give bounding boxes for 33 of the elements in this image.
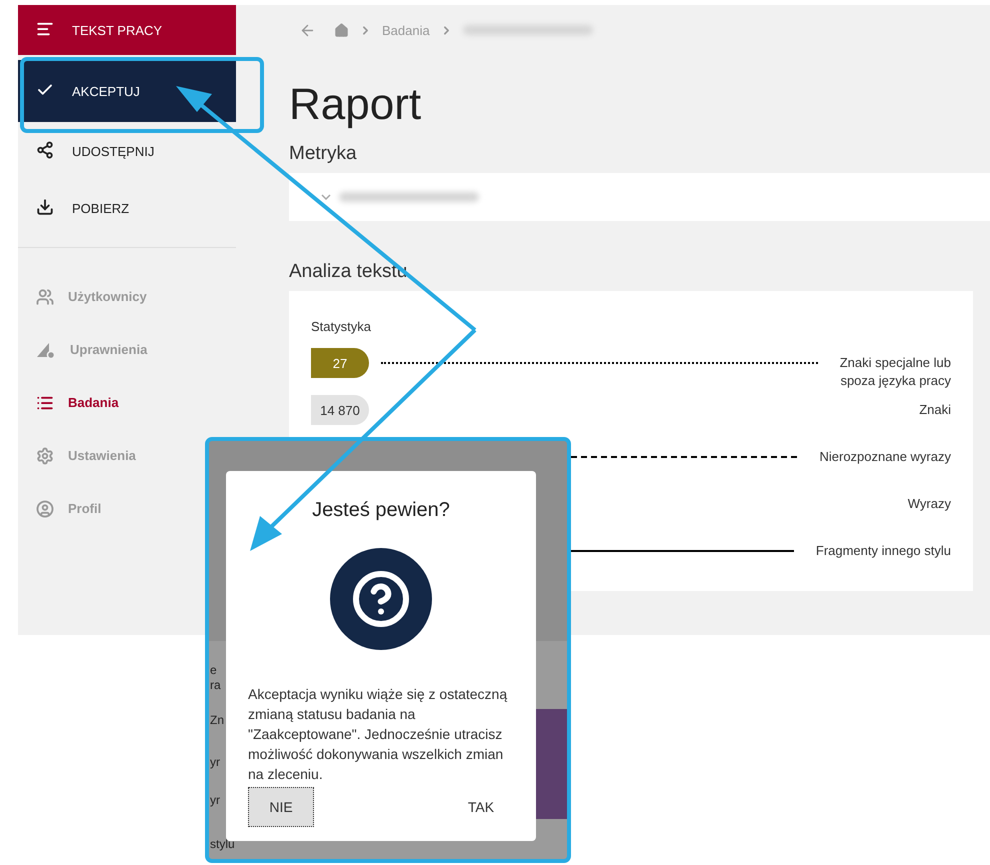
triangle-gear-icon (36, 340, 56, 358)
share-icon (36, 140, 54, 162)
sidebar-action[interactable]: TEKST PRACY (18, 5, 236, 55)
dialog-title: Jesteś pewien? (312, 499, 450, 522)
metric-panel[interactable] (289, 173, 990, 221)
sidebar-action[interactable]: POBIERZ (18, 182, 236, 234)
stat-label: Nierozpoznane wyrazy (819, 448, 951, 466)
cut-label: stylu (210, 837, 235, 851)
cut-label: yr (210, 793, 221, 807)
page-title: Raport (289, 79, 422, 131)
count-badge: 27 (311, 348, 369, 378)
user-circle-icon (36, 500, 54, 518)
stat-label: Znaki specjalne lub spoza języka pracy (840, 354, 951, 390)
sidebar-action[interactable]: AKCEPTUJ (18, 60, 236, 122)
stat-label: Znaki (919, 401, 951, 419)
cut-label: e (210, 663, 218, 677)
stat-label: Wyrazy (908, 495, 951, 513)
dialog-message: Akceptacja wyniku wiąże się z ostateczną zmianą statusu badania na "Zaakceptowane". Jednocześnie utracisz możliwość dokonywania wszelkich zmian na zleceniu. (248, 685, 508, 784)
section-title: Metryka (289, 143, 358, 165)
stat-label: Fragmenty innego stylu (816, 542, 951, 560)
sidebar-action[interactable]: UDOSTĘPNIJ (18, 125, 236, 177)
dialog-button[interactable]: TAK (448, 787, 514, 827)
home-icon[interactable] (334, 22, 349, 38)
cut-label: yr (210, 755, 221, 769)
users-icon (36, 288, 54, 306)
settings-icon (36, 446, 54, 464)
count-badge: 14 870 (311, 395, 369, 425)
dialog-button[interactable]: NIE (248, 787, 314, 827)
chevron-down-icon (321, 194, 331, 200)
card-title: Statystyka (311, 319, 372, 334)
cut-label: Zn (210, 713, 226, 727)
cut-label: ra (210, 678, 222, 692)
nav-item[interactable]: Badania (18, 376, 236, 429)
